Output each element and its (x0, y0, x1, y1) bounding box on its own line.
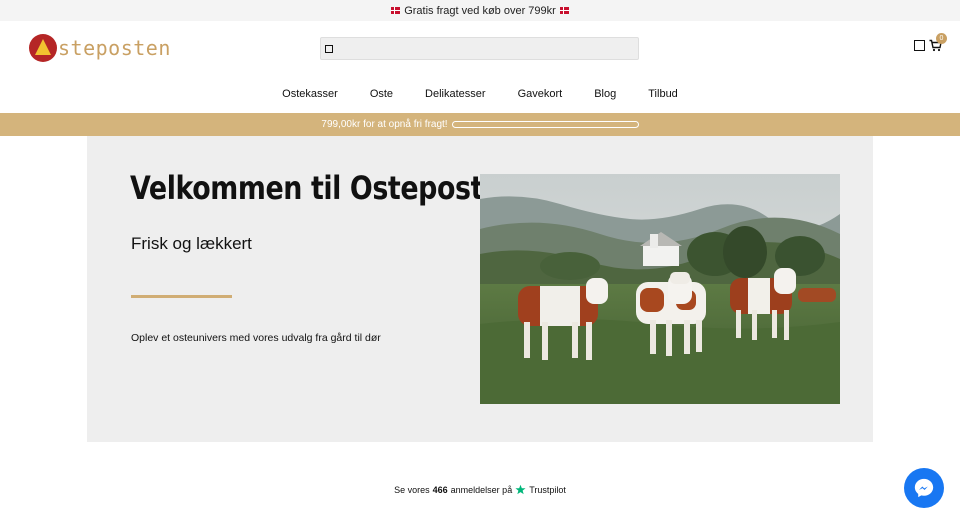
hero-subtitle: Frisk og lækkert (131, 234, 252, 253)
trustpilot-reviews[interactable]: Se vores 466 anmeldelser på Trustpilot (0, 484, 960, 495)
cows-in-meadow-image (480, 174, 840, 404)
cart-icon[interactable]: 0 (929, 33, 947, 52)
trustpilot-brand: Trustpilot (529, 484, 566, 495)
nav-item-oste[interactable]: Oste (354, 84, 409, 104)
nav-item-gavekort[interactable]: Gavekort (502, 84, 579, 104)
nav-item-tilbud[interactable]: Tilbud (632, 84, 694, 104)
search-icon[interactable] (325, 45, 333, 53)
account-icon[interactable] (914, 40, 925, 51)
hero-banner: Velkommen til Osteposten Frisk og lækker… (87, 136, 873, 442)
nav-item-ostekasser[interactable]: Ostekasser (266, 84, 354, 104)
announcement-text: Gratis fragt ved køb over 799kr (404, 4, 556, 17)
site-header: steposten 0 Ostekasser Oste Delikatesser… (0, 21, 960, 113)
free-shipping-bar: 799,00kr for at opnå fri fragt! (0, 113, 960, 136)
header-icons: 0 (914, 33, 947, 52)
search-input[interactable] (320, 37, 639, 60)
cart-count-badge: 0 (936, 33, 947, 44)
nav-item-blog[interactable]: Blog (578, 84, 632, 104)
cheese-logo-icon (29, 34, 57, 62)
hero-divider (131, 295, 232, 298)
messenger-icon (914, 478, 934, 498)
hero-title: Velkommen til Osteposten (130, 169, 520, 207)
free-shipping-text: 799,00kr for at opnå fri fragt! (321, 119, 448, 130)
trustpilot-star-icon (515, 484, 526, 495)
reviews-count: 466 (432, 484, 448, 495)
reviews-middle: anmeldelser på (450, 484, 513, 495)
danish-flag-icon (559, 7, 569, 14)
nav-item-delikatesser[interactable]: Delikatesser (409, 84, 502, 104)
messenger-chat-button[interactable] (904, 468, 944, 508)
reviews-prefix: Se vores (394, 484, 430, 495)
free-shipping-progress (451, 121, 639, 128)
logo-text: steposten (58, 36, 171, 60)
hero-description: Oplev et osteunivers med vores udvalg fr… (131, 332, 381, 344)
main-nav: Ostekasser Oste Delikatesser Gavekort Bl… (0, 84, 960, 104)
danish-flag-icon (391, 7, 401, 14)
logo[interactable]: steposten (29, 33, 171, 63)
announcement-bar: Gratis fragt ved køb over 799kr (0, 0, 960, 21)
